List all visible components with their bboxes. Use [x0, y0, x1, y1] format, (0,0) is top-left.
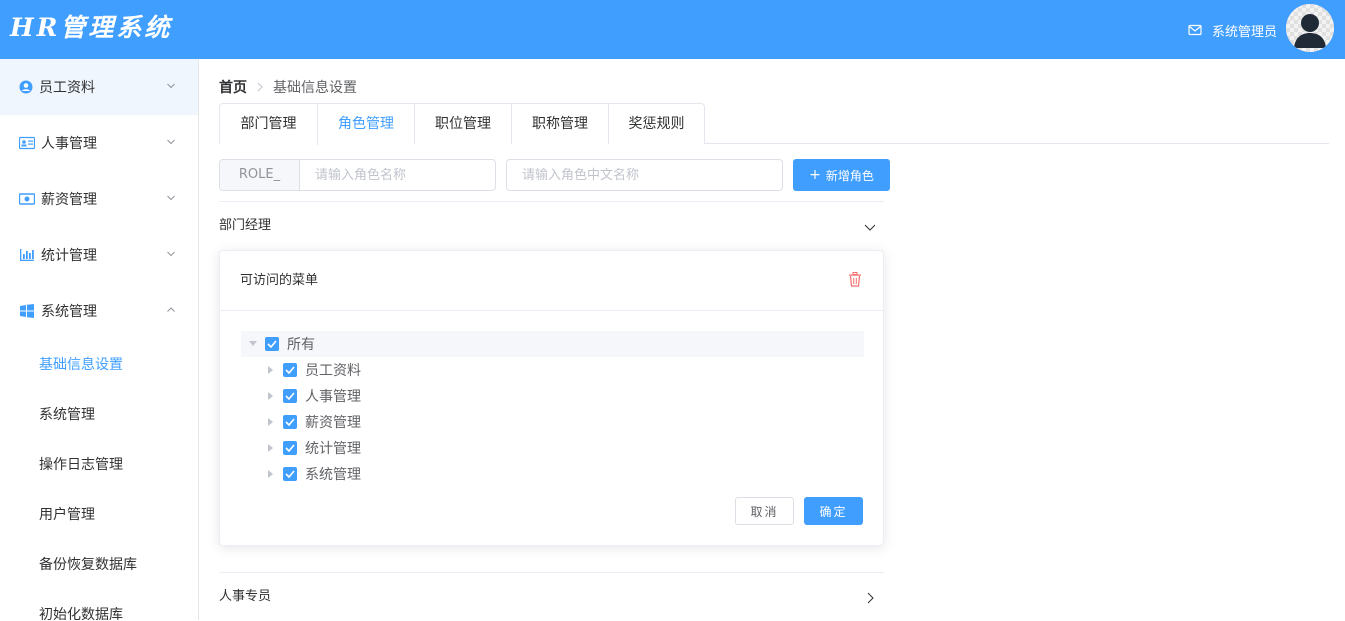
- tree-node-label: 所有: [287, 337, 315, 353]
- user-name[interactable]: 系统管理员: [1212, 21, 1277, 40]
- checkbox-checked[interactable]: [283, 415, 297, 429]
- sidebar-menu-system[interactable]: 系统管理: [0, 283, 198, 339]
- sidebar-menu-label: 薪资管理: [41, 192, 97, 208]
- tree-node-label: 系统管理: [305, 467, 361, 483]
- breadcrumb-current: 基础信息设置: [273, 80, 357, 96]
- tab-title[interactable]: 职称管理: [511, 104, 608, 144]
- tab-department[interactable]: 部门管理: [220, 104, 317, 144]
- user-menu[interactable]: 系统管理员: [1188, 20, 1277, 40]
- sidebar-menu-statistics[interactable]: 统计管理: [0, 227, 198, 283]
- checkbox-checked[interactable]: [283, 467, 297, 481]
- id-card-icon: [19, 136, 35, 150]
- caret-right-icon[interactable]: [259, 418, 283, 426]
- chevron-down-icon: [864, 224, 876, 231]
- checkbox-checked[interactable]: [283, 363, 297, 377]
- tree-node-label: 薪资管理: [305, 415, 361, 431]
- chevron-down-icon: [167, 195, 175, 201]
- tree-node-label: 员工资料: [305, 363, 361, 379]
- checkbox-checked[interactable]: [283, 389, 297, 403]
- sidebar-item-operation-log[interactable]: 操作日志管理: [0, 439, 198, 489]
- delete-icon[interactable]: [848, 272, 862, 287]
- menu-tree: 所有 员工资料 人事管理 薪资管理 统计管理 系统管理: [241, 331, 864, 487]
- role-item-header[interactable]: 人事专员: [219, 573, 884, 621]
- sidebar-menu-label: 人事管理: [41, 136, 97, 152]
- caret-right-icon[interactable]: [259, 444, 283, 452]
- tree-node[interactable]: 人事管理: [241, 383, 864, 409]
- chevron-down-icon: [167, 139, 175, 145]
- mail-icon: [1188, 24, 1202, 36]
- chevron-down-icon: [167, 83, 175, 89]
- chevron-down-icon: [167, 251, 175, 257]
- sidebar-item-init-db[interactable]: 初始化数据库: [0, 589, 198, 620]
- avatar[interactable]: [1286, 4, 1334, 52]
- tab-bar: 部门管理 角色管理 职位管理 职称管理 奖惩规则: [219, 103, 1329, 145]
- caret-right-icon[interactable]: [259, 392, 283, 400]
- sidebar-menu-salary[interactable]: 薪资管理: [0, 171, 198, 227]
- sidebar-menu-personnel[interactable]: 人事管理: [0, 115, 198, 171]
- plus-icon: +: [809, 167, 821, 183]
- sidebar-item-users[interactable]: 用户管理: [0, 489, 198, 539]
- tab-position[interactable]: 职位管理: [414, 104, 511, 144]
- tree-node[interactable]: 薪资管理: [241, 409, 864, 435]
- role-item-header[interactable]: 部门经理: [219, 202, 884, 250]
- bar-chart-icon: [20, 249, 34, 261]
- caret-right-icon[interactable]: [259, 366, 283, 374]
- avatar-icon: [1286, 4, 1334, 52]
- tree-node-label: 人事管理: [305, 389, 361, 405]
- card-header: 可访问的菜单: [220, 251, 883, 311]
- chevron-right-icon: [257, 82, 263, 92]
- user-circle-icon: [19, 80, 33, 94]
- tree-node-root[interactable]: 所有: [241, 331, 864, 357]
- top-header: HR管理系统 系统管理员: [0, 0, 1345, 59]
- sidebar-item-basic-info[interactable]: 基础信息设置: [0, 339, 198, 389]
- windows-icon: [20, 304, 34, 318]
- role-name-input[interactable]: [300, 160, 495, 190]
- sidebar-menu-label: 统计管理: [41, 248, 97, 264]
- sidebar: 员工资料 人事管理 薪资管理 统计管理 系统管理 基础信息设置 系统管理 操作日…: [0, 59, 199, 620]
- breadcrumb-home[interactable]: 首页: [219, 77, 247, 97]
- tree-node[interactable]: 统计管理: [241, 435, 864, 461]
- role-collapse: 部门经理 可访问的菜单 所有 员工资料 人事管理 薪资管理 统计管理 系统管理 …: [219, 201, 884, 604]
- sidebar-menu-employee[interactable]: 员工资料: [0, 59, 198, 115]
- breadcrumb: 首页 基础信息设置: [219, 77, 357, 97]
- app-logo[interactable]: HR管理系统: [10, 10, 172, 46]
- role-name: 部门经理: [219, 218, 272, 233]
- confirm-button[interactable]: 确定: [804, 497, 863, 525]
- caret-right-icon[interactable]: [259, 470, 283, 478]
- cancel-button[interactable]: 取消: [735, 497, 794, 525]
- tree-node[interactable]: 系统管理: [241, 461, 864, 487]
- card-actions: 取消 确定: [735, 497, 863, 525]
- checkbox-checked[interactable]: [283, 441, 297, 455]
- role-name: 人事专员: [219, 589, 272, 604]
- role-zh-name-input[interactable]: [507, 160, 782, 190]
- tab-reward-rules[interactable]: 奖惩规则: [608, 104, 704, 144]
- tree-node[interactable]: 员工资料: [241, 357, 864, 383]
- money-icon: [19, 193, 35, 205]
- chevron-right-icon: [867, 592, 874, 604]
- sidebar-menu-label: 系统管理: [41, 304, 97, 320]
- role-zh-name-field: [506, 159, 783, 191]
- checkbox-checked[interactable]: [265, 337, 279, 351]
- add-role-label: 新增角色: [825, 168, 874, 183]
- card-title: 可访问的菜单: [240, 273, 319, 288]
- caret-down-icon[interactable]: [241, 341, 265, 347]
- tree-node-label: 统计管理: [305, 441, 361, 457]
- menu-permission-card: 可访问的菜单 所有 员工资料 人事管理 薪资管理 统计管理 系统管理 取消 确定: [219, 250, 884, 546]
- chevron-up-icon: [167, 307, 175, 312]
- tab-role[interactable]: 角色管理: [317, 104, 414, 145]
- sidebar-item-backup[interactable]: 备份恢复数据库: [0, 539, 198, 589]
- role-prefix: ROLE_: [220, 160, 300, 190]
- role-name-field: ROLE_: [219, 159, 496, 191]
- add-role-button[interactable]: + 新增角色: [793, 159, 890, 191]
- sidebar-menu-label: 员工资料: [39, 80, 95, 96]
- sidebar-item-system[interactable]: 系统管理: [0, 389, 198, 439]
